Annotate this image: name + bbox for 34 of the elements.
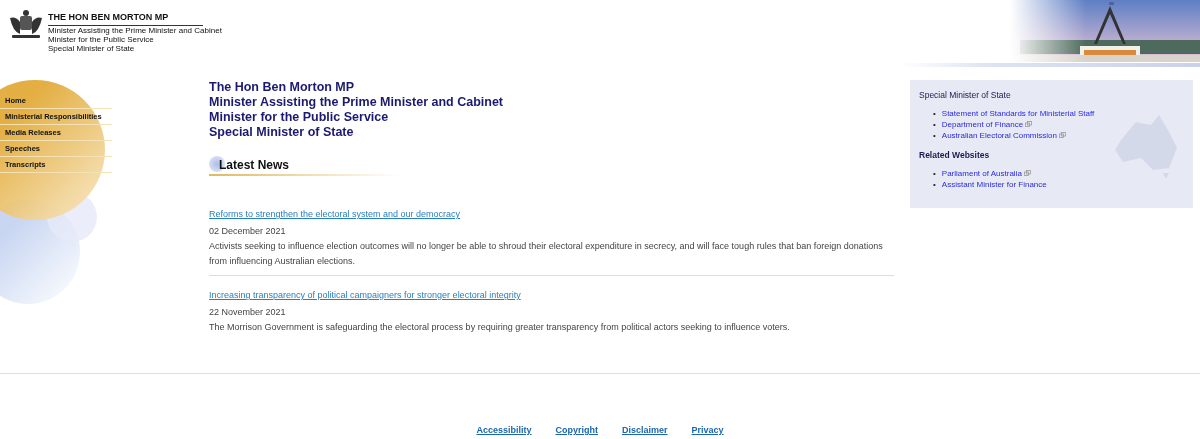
panel-heading: Special Minister of State bbox=[919, 89, 1012, 102]
news-summary: The Morrison Government is safeguarding the electoral process by requiring greater transparency from political actors seeking to influence voters. bbox=[209, 321, 791, 334]
news-date: 22 November 2021 bbox=[209, 306, 287, 319]
page-title: Minister Assisting the Prime Minister and Cabinet bbox=[209, 95, 505, 110]
sidebar-link[interactable]: Parliament of Australia bbox=[941, 167, 1022, 179]
footer-link[interactable]: Privacy bbox=[691, 424, 724, 438]
bullet: • bbox=[933, 118, 936, 130]
sidebar-link[interactable]: Statement of Standards for Ministerial Staff bbox=[941, 107, 1095, 119]
page-title: The Hon Ben Morton MP bbox=[209, 80, 356, 95]
sidebar-link[interactable]: Australian Electoral Commission bbox=[941, 129, 1057, 141]
header-subtitle: Minister Assisting the Prime Minister and Cabinet bbox=[48, 26, 222, 35]
header-subtitle: Special Minister of State bbox=[48, 44, 136, 53]
footer-link[interactable]: Accessibility bbox=[476, 424, 532, 438]
external-link-icon bbox=[1058, 132, 1066, 139]
footer-link[interactable]: Copyright bbox=[555, 424, 598, 438]
news-summary: Activists seeking to influence election outcomes will no longer be able to shroud their electoral expenditure in secrecy, and will face tough rules that ban foreign donations from influencing Australian elections. bbox=[209, 240, 884, 268]
bullet: • bbox=[933, 107, 936, 119]
header-subtitle: Minister for the Public Service bbox=[48, 35, 155, 44]
news-date: 02 December 2021 bbox=[209, 225, 287, 238]
page-title: Minister for the Public Service bbox=[209, 110, 390, 125]
sidebar-link[interactable]: Assistant Minister for Finance bbox=[941, 178, 1047, 190]
sidebar-link[interactable]: Department of Finance bbox=[941, 118, 1024, 130]
panel-heading: Related Websites bbox=[919, 148, 991, 162]
site-title: THE HON BEN MORTON MP bbox=[48, 12, 203, 26]
bullet: • bbox=[933, 129, 936, 141]
section-heading: Latest News bbox=[219, 158, 290, 172]
page-title: Special Minister of State bbox=[209, 125, 355, 140]
bullet: • bbox=[933, 167, 936, 179]
footer-link[interactable]: Disclaimer bbox=[622, 424, 668, 438]
news-link[interactable]: Increasing transparency of political campaigners for stronger electoral integrity bbox=[209, 290, 521, 300]
external-link-icon bbox=[1023, 170, 1031, 176]
bullet: • bbox=[933, 178, 936, 190]
external-link-icon bbox=[1025, 121, 1033, 128]
news-link[interactable]: Reforms to strengthen the electoral system and our democracy bbox=[209, 209, 461, 219]
